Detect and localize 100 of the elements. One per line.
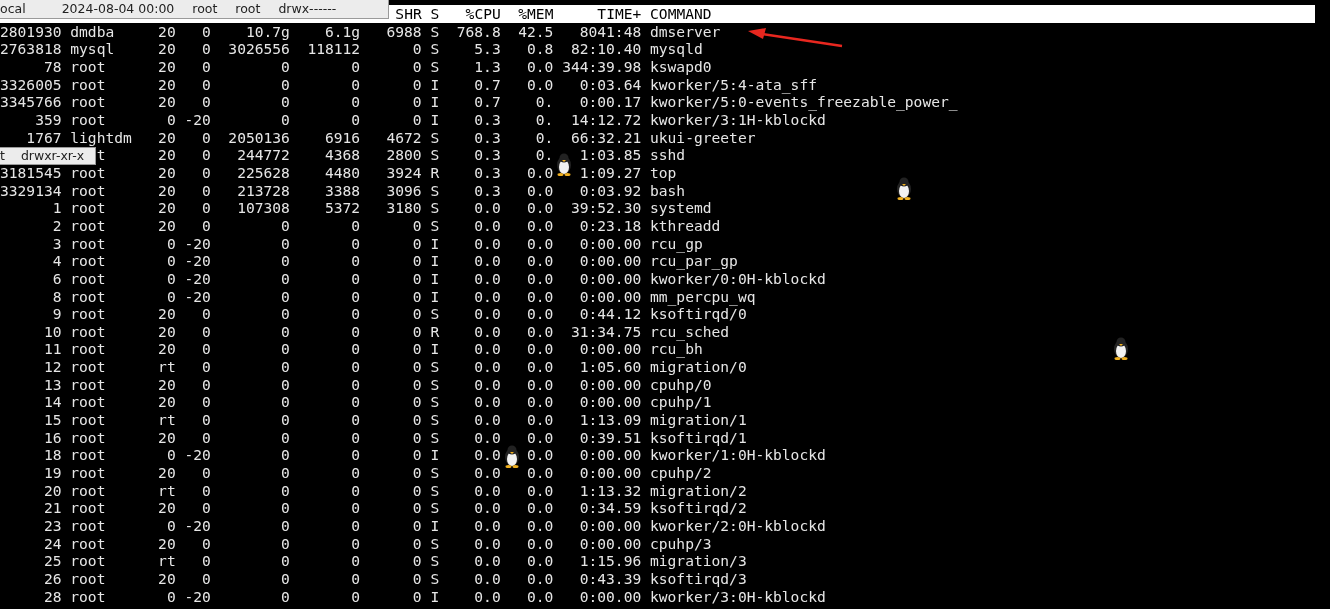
table-cell: 0 (351, 93, 361, 111)
table-cell: 0.3 (474, 163, 501, 181)
table-cell: 0 (351, 110, 361, 128)
table-cell: root (70, 375, 106, 393)
table-cell: 0 (412, 340, 422, 358)
table-cell: 0 (202, 93, 211, 111)
column-header: S (430, 5, 440, 22)
table-cell: 0 (412, 57, 422, 75)
table-cell: kworker/5:4-ata_sff (650, 75, 817, 93)
table-cell: 0.0 (474, 517, 501, 535)
table-cell: 2800 (386, 146, 422, 164)
table-cell: I (430, 234, 440, 252)
table-cell: ksoftirqd/3 (650, 570, 747, 587)
table-cell: 31:34.75 (570, 322, 642, 340)
table-cell: root (70, 75, 106, 93)
table-cell: root (70, 552, 106, 570)
table-cell: 3924 (386, 163, 422, 181)
table-cell: 0 (412, 464, 422, 482)
table-cell: 0.0 (527, 163, 554, 181)
table-cell: 0.0 (527, 570, 554, 587)
table-cell: 0 (166, 587, 176, 605)
table-cell: 0 (412, 40, 422, 58)
table-cell: 1767 (26, 128, 62, 146)
table-cell: kworker/1:0H-kblockd (650, 446, 826, 464)
table-cell: 0 (202, 40, 211, 58)
table-cell: root (70, 57, 106, 75)
table-cell: root (70, 446, 106, 464)
table-cell: S (430, 464, 440, 482)
table-cell: 0 (351, 375, 361, 393)
penguin-icon (1113, 336, 1129, 360)
table-cell: 0.0 (527, 287, 554, 305)
table-cell: 0 (351, 305, 361, 323)
table-cell: 10 (43, 322, 62, 340)
table-cell: 0.0 (474, 481, 501, 499)
table-cell: 0:00.00 (579, 269, 642, 287)
table-cell: 0.0 (527, 517, 554, 535)
table-cell: 18 (43, 446, 62, 464)
table-cell: 0.0 (527, 269, 554, 287)
table-cell: 0 (202, 146, 211, 164)
table-cell: 0.3 (474, 128, 501, 146)
table-cell: 0 (202, 181, 211, 199)
table-cell: I (430, 517, 440, 535)
table-cell: 0.0 (474, 499, 501, 517)
table-cell: rt (158, 358, 176, 376)
table-cell: 0:00.17 (579, 93, 642, 111)
table-cell: 0:03.92 (579, 181, 642, 199)
table-cell: 0:23.18 (579, 216, 642, 234)
table-cell: 0:00.00 (579, 464, 642, 482)
table-cell: 0 (351, 322, 361, 340)
table-cell: I (430, 93, 440, 111)
table-cell: 26 (43, 570, 62, 587)
table-cell: sshd (650, 146, 686, 164)
table-cell: I (430, 110, 440, 128)
tooltip-text: 2024-08-04 00:00 (61, 0, 175, 18)
table-cell: 0.0 (527, 552, 554, 570)
table-cell: 0.0 (474, 587, 501, 605)
table-cell: 16 (43, 428, 62, 446)
table-cell: 0 (412, 322, 422, 340)
table-cell: root (70, 534, 106, 552)
table-cell: 0.0 (527, 234, 554, 252)
table-cell: 3 (52, 234, 62, 252)
table-cell: I (430, 269, 440, 287)
table-cell: 12 (43, 358, 62, 376)
table-cell: 0 (281, 375, 290, 393)
table-cell: t (96, 146, 106, 164)
table-cell: ksoftirqd/1 (650, 428, 747, 446)
table-cell: rcu_gp (650, 234, 703, 252)
table-cell: root (70, 163, 106, 181)
table-cell: 0 (166, 269, 176, 287)
table-cell: 0 (412, 305, 422, 323)
table-cell: S (430, 375, 440, 393)
table-cell: 0.7 (474, 93, 501, 111)
table-cell: 3181545 (0, 163, 62, 181)
tooltip-text: t (0, 148, 5, 164)
table-cell: 15 (43, 411, 62, 429)
table-cell: 20 (158, 40, 176, 58)
table-cell: root (70, 340, 106, 358)
table-cell: 0 (202, 163, 211, 181)
table-cell: kswapd0 (650, 57, 712, 75)
table-cell: root (70, 234, 106, 252)
table-cell: 0 (351, 287, 361, 305)
table-cell: 66:32.21 (570, 128, 642, 146)
table-cell: 0:00.00 (579, 517, 642, 535)
table-cell: 0:00.00 (579, 287, 642, 305)
table-cell: 0 (351, 234, 361, 252)
table-cell: 0 (351, 499, 361, 517)
table-cell: S (430, 499, 440, 517)
table-cell: 0.0 (527, 216, 554, 234)
table-cell: 0 (412, 75, 422, 93)
table-cell: S (430, 216, 440, 234)
table-cell: 20 (158, 146, 176, 164)
column-header: COMMAND (650, 5, 712, 22)
table-cell: 0 (351, 216, 361, 234)
table-cell: 0.0 (474, 464, 501, 482)
table-cell: 0 (412, 534, 422, 552)
table-cell: 0 (281, 322, 290, 340)
table-cell: 0 (281, 340, 290, 358)
table-cell: 0:00.00 (579, 446, 642, 464)
table-cell: 0.0 (527, 340, 554, 358)
table-cell: 0 (412, 499, 422, 517)
